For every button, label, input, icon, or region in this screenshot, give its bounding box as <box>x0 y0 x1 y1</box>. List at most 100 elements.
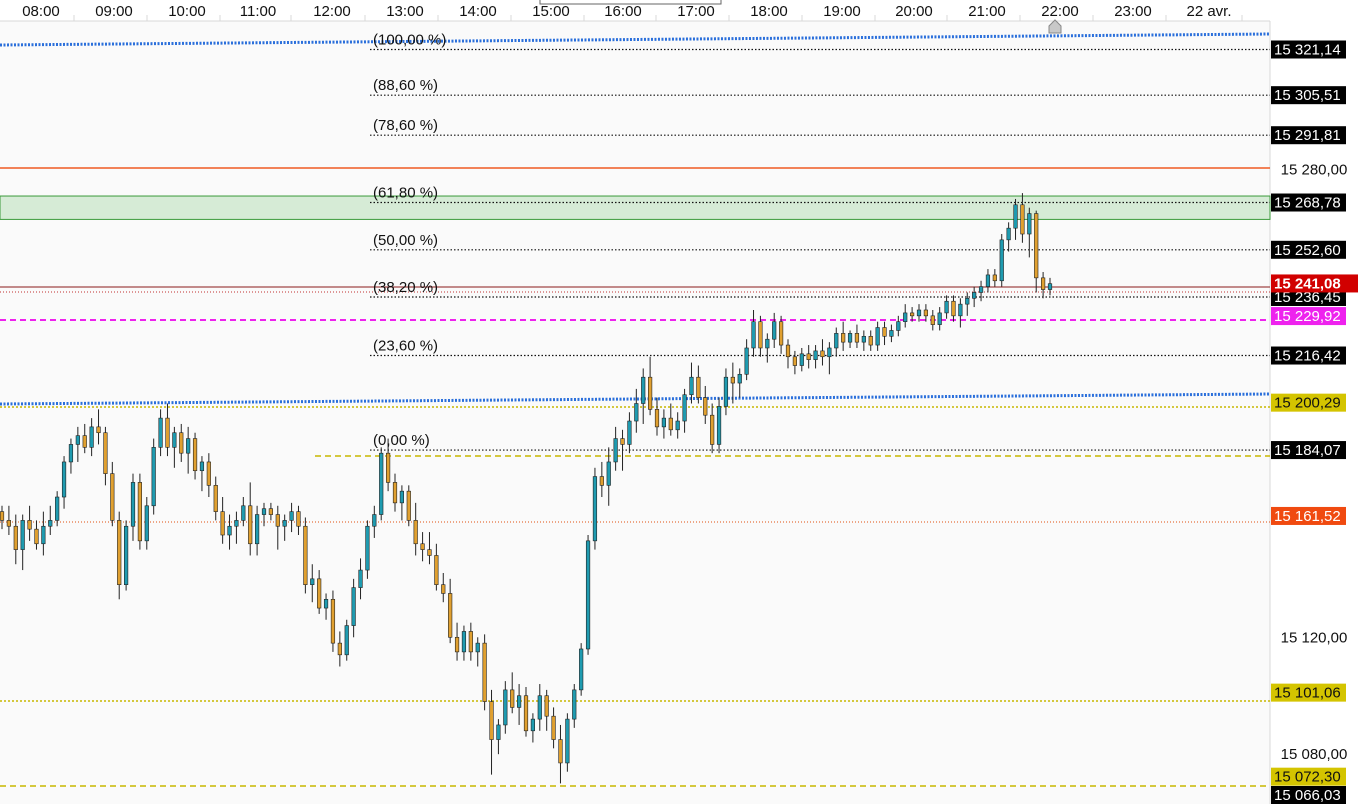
candle-body-up <box>399 490 404 504</box>
candle-body-down <box>317 578 322 609</box>
candle-body-down <box>758 321 763 349</box>
candle-body-up <box>1013 204 1018 229</box>
candle-body-up <box>503 689 508 726</box>
candle-body-down <box>179 432 184 454</box>
price-tag-label: 15 252,60 <box>1274 242 1341 259</box>
candle-body-up <box>572 689 577 720</box>
candle-body-down <box>427 549 432 556</box>
candle-body-down <box>1034 213 1039 279</box>
candle-body-up <box>310 578 315 585</box>
candle-body-up <box>565 718 570 764</box>
candle-body-down <box>82 435 87 448</box>
candle-body-up <box>875 327 880 346</box>
price-tag-label: 15 200,29 <box>1274 395 1341 412</box>
time-tick-label: 22:00 <box>1041 3 1079 20</box>
candle-body-up <box>985 274 991 287</box>
candle-body-up <box>661 417 666 428</box>
candle-body-down <box>489 701 494 740</box>
candle-body-down <box>213 485 218 512</box>
candle-body-down <box>13 525 18 550</box>
candle-body-up <box>847 333 853 343</box>
fib-level-label: (23,60 %) <box>373 338 438 355</box>
fib-level-label: (61,80 %) <box>373 185 438 202</box>
price-tag-label: 15 161,52 <box>1274 508 1341 525</box>
candle-body-up <box>199 461 205 472</box>
time-tick-label: 10:00 <box>168 3 206 20</box>
time-tick-label: 21:00 <box>968 3 1006 20</box>
time-tick-label: 23:00 <box>1114 3 1152 20</box>
candle-body-up <box>351 587 356 626</box>
candle-body-up <box>323 598 329 609</box>
candle-body-up <box>627 420 632 445</box>
candle-body-down <box>696 376 701 398</box>
candle-body-down <box>110 473 115 521</box>
candle-body-down <box>820 350 825 358</box>
candle-body-up <box>124 525 129 585</box>
candle-body-up <box>613 438 618 463</box>
green-zone <box>0 195 1271 220</box>
price-tag-label: 15 101,06 <box>1274 685 1341 702</box>
candle-body-up <box>344 625 349 656</box>
candle-body-down <box>434 555 439 585</box>
candle-body-up <box>289 511 294 521</box>
candle-body-up <box>20 520 25 550</box>
time-tick-label: 17:00 <box>677 3 715 20</box>
candle-body-up <box>75 435 80 445</box>
fib-level-label: (78,60 %) <box>373 117 438 134</box>
price-tick-label: 15 280,00 <box>1281 162 1348 179</box>
candle-body-down <box>930 315 935 325</box>
candle-body-down <box>303 525 308 585</box>
candle-body-down <box>275 514 280 527</box>
candle-body-up <box>1027 213 1032 235</box>
candle-body-up <box>1006 227 1011 241</box>
price-tag-label: 15 291,81 <box>1274 127 1341 144</box>
candle-body-down <box>882 327 887 337</box>
candle-body-up <box>379 452 384 515</box>
time-tick-label: 15:00 <box>532 3 570 20</box>
candle-body-down <box>296 511 301 527</box>
candle-body-up <box>999 239 1004 282</box>
time-tick-label: 16:00 <box>604 3 642 20</box>
candle-body-up <box>585 540 591 650</box>
candle-body-down <box>165 417 170 448</box>
candle-body-up <box>234 520 239 527</box>
candle-body-down <box>785 344 791 358</box>
candle-body-up <box>282 520 287 527</box>
candle-body-down <box>413 520 418 545</box>
candle-body-down <box>406 490 411 521</box>
candle-body-down <box>420 543 425 550</box>
candle-body-down <box>96 426 101 434</box>
candle-body-down <box>6 520 11 527</box>
time-tick-label: 13:00 <box>386 3 424 20</box>
price-tag-label: 15 072,30 <box>1274 769 1341 786</box>
candle-body-down <box>392 482 398 504</box>
candle-body-up <box>744 347 749 375</box>
candle-body-down <box>923 309 928 317</box>
candle-body-down <box>482 642 487 702</box>
time-tick-label: 18:00 <box>750 3 788 20</box>
candle-body-up <box>496 724 501 740</box>
candle-body-up <box>89 426 94 448</box>
candle-body-up <box>517 695 522 708</box>
price-tag-label: 15 066,03 <box>1274 787 1341 804</box>
price-tag-label: 15 321,14 <box>1274 42 1341 59</box>
fib-level-label: (100,00 %) <box>373 32 446 49</box>
candle-body-down <box>330 598 336 644</box>
candle-body-up <box>978 286 984 293</box>
candle-body-up <box>68 444 74 463</box>
candle-body-up <box>965 298 970 305</box>
price-tag-label: 15 241,08 <box>1274 275 1341 292</box>
candle-body-down <box>648 376 653 410</box>
candle-body-up <box>716 406 722 445</box>
candle-body-down <box>248 505 253 545</box>
price-tick-label: 15 080,00 <box>1281 746 1348 763</box>
price-chart[interactable]: (100,00 %) (88,60 %) (78,60 %) (61,80 %) (50… <box>0 0 1358 804</box>
candle-body-down <box>951 300 956 317</box>
candle-body-up <box>227 525 232 536</box>
candle-body-up <box>765 338 770 349</box>
candle-body-up <box>606 461 611 486</box>
candle-body-down <box>34 528 39 545</box>
candle-body-down <box>792 356 797 366</box>
candle-body-down <box>544 695 549 717</box>
price-tag-label: 15 305,51 <box>1274 87 1341 104</box>
